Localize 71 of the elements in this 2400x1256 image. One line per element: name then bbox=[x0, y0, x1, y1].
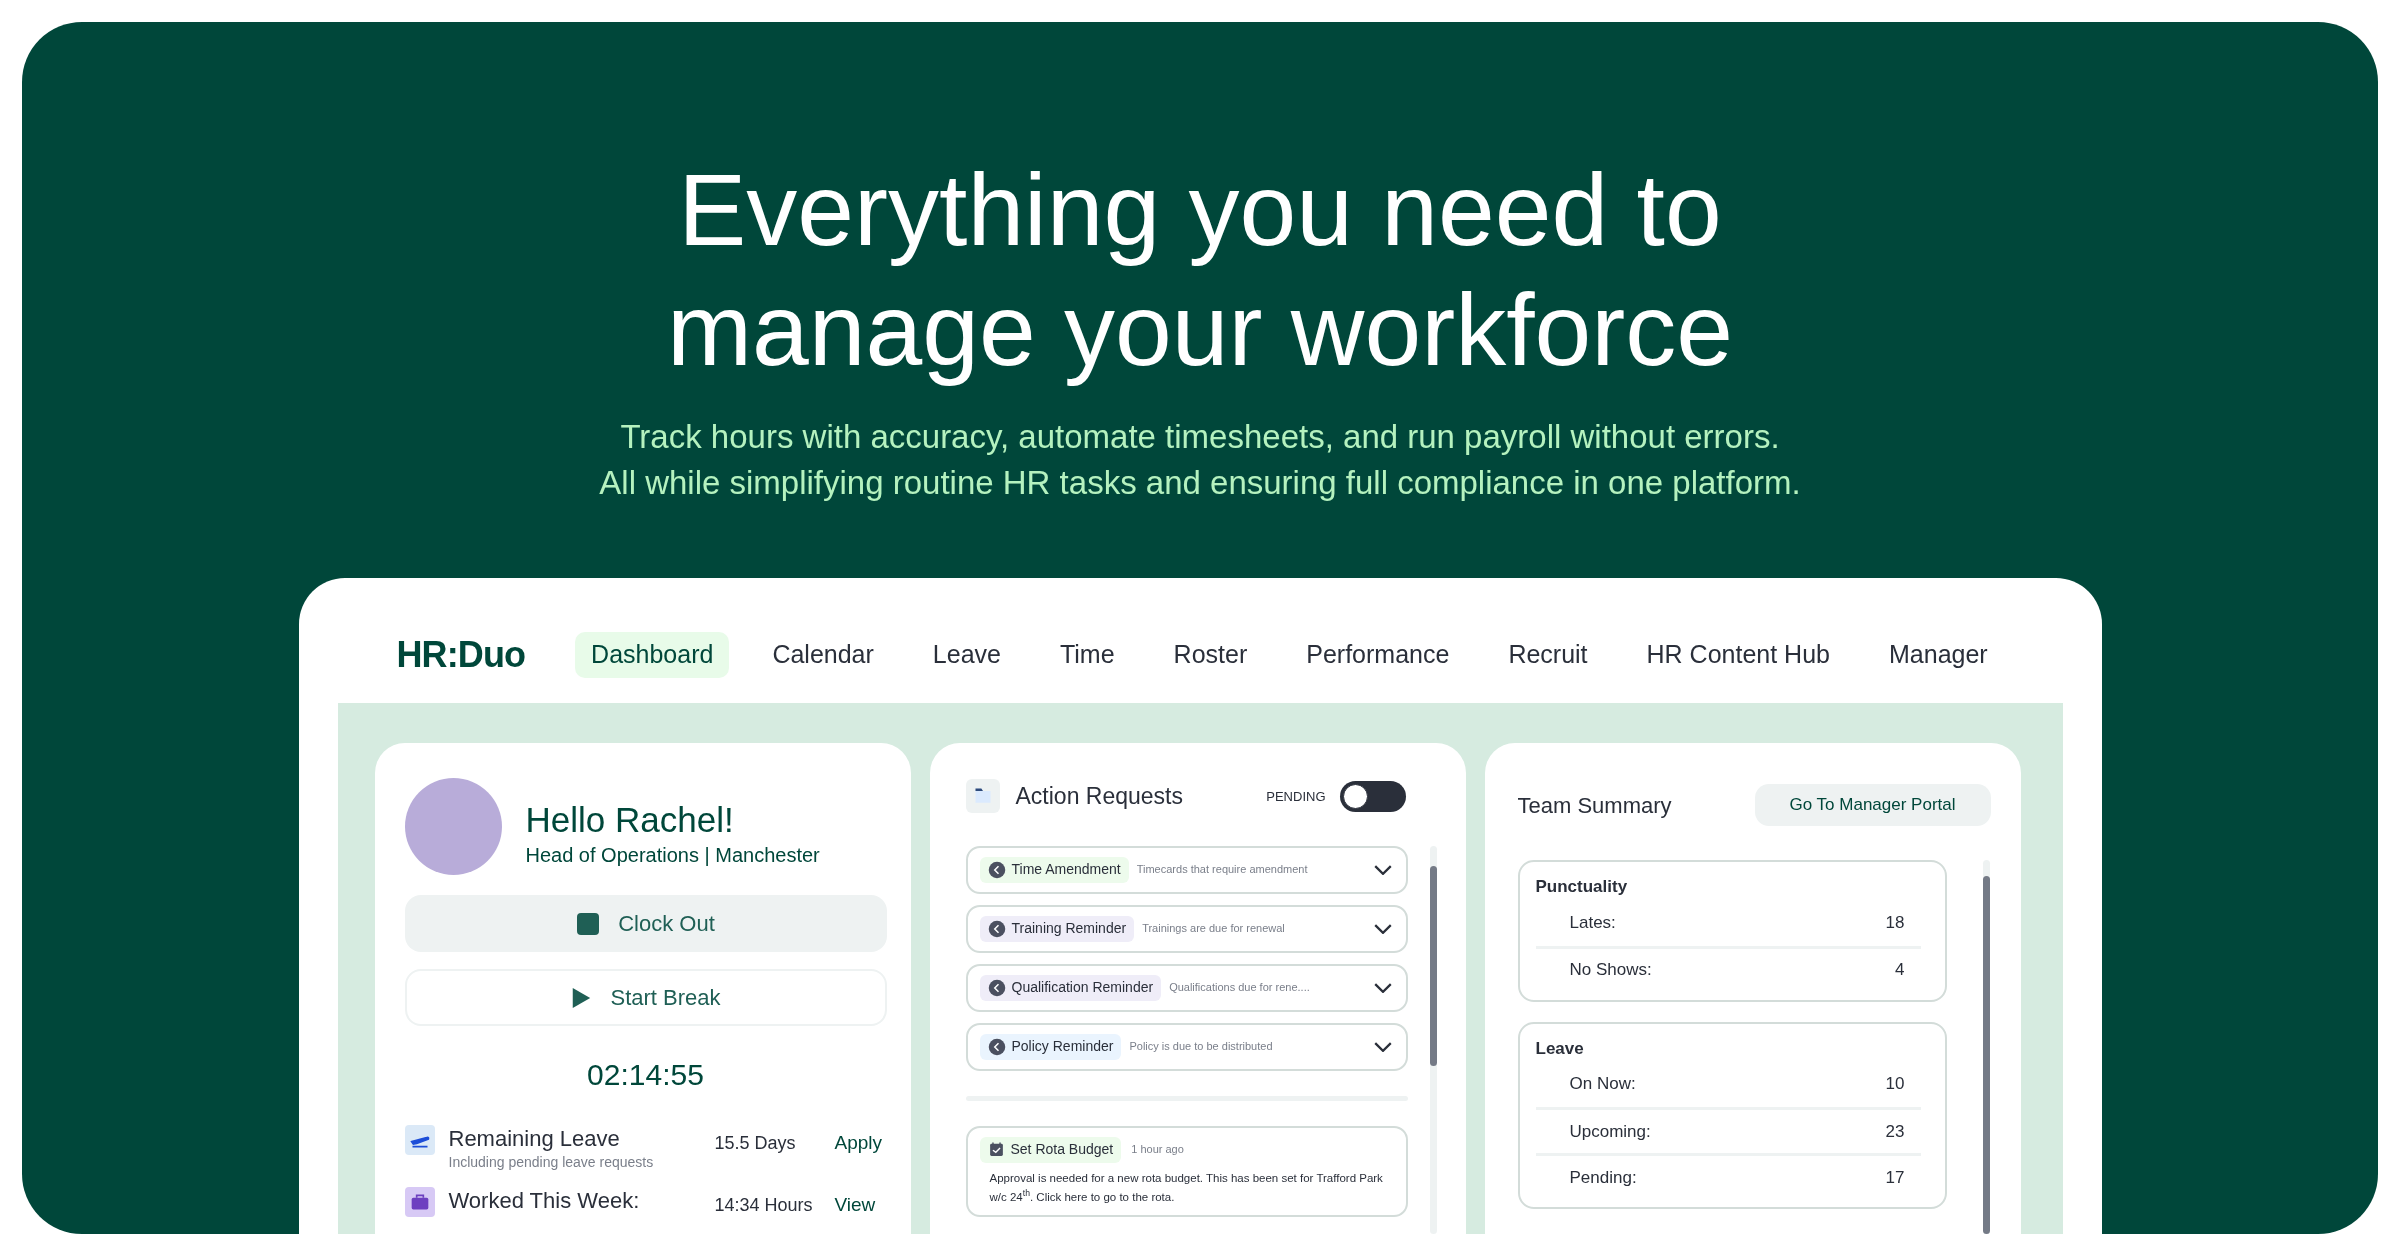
manager-portal-button[interactable]: Go To Manager Portal bbox=[1754, 784, 1991, 826]
summary-value: 18 bbox=[1885, 911, 1905, 934]
request-row[interactable]: Qualification Reminder Qualifications due for rene.... bbox=[965, 963, 1408, 1012]
timestamp: 1 hour ago bbox=[1131, 1142, 1184, 1158]
summary-value: 17 bbox=[1885, 1166, 1905, 1189]
logo: HR:Duo bbox=[396, 633, 526, 677]
summary-label: Upcoming: bbox=[1569, 1120, 1651, 1143]
subtitle: Track hours with accuracy, automate timesheets, and run payroll without errors. bbox=[620, 417, 1780, 457]
request-description: Policy is due to be distributed bbox=[1129, 1039, 1273, 1055]
request-description: Qualifications due for rene.... bbox=[1169, 980, 1310, 996]
clock-out-button[interactable]: Clock Out bbox=[404, 895, 887, 952]
nav-tab[interactable]: Dashboard bbox=[575, 632, 730, 678]
greeting: Hello Rachel! bbox=[525, 798, 735, 841]
notification-text: Approval is needed for a new rota budget. This has been set for Trafford Park w/c 24$^{th}$. Click here to go to the rota. bbox=[988, 1170, 1384, 1205]
notification-title: Set Rota Budget bbox=[1010, 1140, 1114, 1159]
nav-tab[interactable]: Performance bbox=[1290, 632, 1466, 678]
summary-label: Pending: bbox=[1569, 1166, 1637, 1189]
nav-tab[interactable]: Leave bbox=[916, 632, 1017, 678]
job-title: Head of Operations | Manchester bbox=[525, 842, 820, 868]
request-row[interactable]: Time Amendment Timecards that require amendment bbox=[965, 845, 1408, 894]
request-row[interactable]: Policy Reminder Policy is due to be distributed bbox=[965, 1022, 1408, 1071]
chevron-down-icon bbox=[1373, 1041, 1392, 1052]
nav-tab[interactable]: Roster bbox=[1157, 632, 1264, 678]
stat-link[interactable]: View bbox=[834, 1191, 876, 1219]
summary-label: No Shows: bbox=[1569, 959, 1652, 982]
timer: 02:14:55 bbox=[587, 1057, 704, 1093]
back-icon bbox=[987, 860, 1006, 879]
nav-tab[interactable]: Manager bbox=[1873, 632, 2004, 678]
nav-tab[interactable]: Recruit bbox=[1492, 632, 1604, 678]
stat-link[interactable]: Apply bbox=[834, 1129, 883, 1157]
nav-tab[interactable]: Calendar bbox=[756, 632, 890, 678]
summary-label: On Now: bbox=[1569, 1073, 1636, 1096]
back-icon bbox=[987, 919, 1006, 938]
headline: Everything you need to bbox=[678, 152, 1722, 269]
subtitle: All while simplifying routine HR tasks and ensuring full compliance in one platform. bbox=[599, 463, 1801, 503]
request-description: Timecards that require amendment bbox=[1136, 862, 1308, 878]
nav-tab[interactable]: Time bbox=[1043, 632, 1131, 678]
back-icon bbox=[987, 978, 1006, 997]
stat-note: Including pending leave requests bbox=[448, 1153, 655, 1171]
notification-card[interactable]: Set Rota Budget 1 hour ago Approval is needed for a new rota budget. This has been set for Trafford Park w/c 24$^{th}$. Click here to go to the rota. bbox=[965, 1125, 1408, 1217]
back-icon bbox=[987, 1037, 1006, 1056]
calendar-check-icon bbox=[987, 1141, 1005, 1158]
chevron-down-icon bbox=[1373, 982, 1392, 993]
stat-value: 15.5 Days bbox=[714, 1132, 797, 1155]
section-title: Action Requests bbox=[1015, 782, 1183, 811]
pending-toggle[interactable] bbox=[1339, 780, 1406, 812]
summary-value: 23 bbox=[1885, 1120, 1905, 1143]
summary-label: Lates: bbox=[1569, 911, 1616, 934]
stat-title: Worked This Week: bbox=[448, 1187, 641, 1215]
scrollbar-thumb[interactable] bbox=[1429, 865, 1437, 1066]
chevron-down-icon bbox=[1373, 864, 1392, 875]
panel-title: Punctuality bbox=[1535, 876, 1629, 898]
request-row[interactable]: Training Reminder Trainings are due for renewal bbox=[965, 904, 1408, 953]
start-break-button[interactable]: Start Break bbox=[404, 969, 887, 1026]
stat-value: 14:34 Hours bbox=[714, 1194, 814, 1217]
request-type: Training Reminder bbox=[1011, 919, 1127, 938]
section-title: Team Summary bbox=[1517, 791, 1672, 820]
stop-icon bbox=[576, 911, 601, 936]
chevron-down-icon bbox=[1373, 923, 1392, 934]
request-type: Qualification Reminder bbox=[1011, 978, 1154, 997]
request-type: Time Amendment bbox=[1011, 860, 1121, 879]
summary-value: 10 bbox=[1885, 1073, 1905, 1096]
briefcase-icon bbox=[404, 1187, 435, 1217]
headline: manage your workforce bbox=[667, 272, 1733, 389]
panel-title: Leave bbox=[1535, 1037, 1585, 1060]
summary-value: 4 bbox=[1895, 959, 1905, 982]
filter-label: PENDING bbox=[1266, 787, 1326, 806]
nav-tab[interactable]: HR Content Hub bbox=[1630, 632, 1846, 678]
stat-title: Remaining Leave bbox=[448, 1125, 621, 1153]
request-type: Policy Reminder bbox=[1011, 1037, 1114, 1056]
request-description: Trainings are due for renewal bbox=[1142, 921, 1285, 937]
